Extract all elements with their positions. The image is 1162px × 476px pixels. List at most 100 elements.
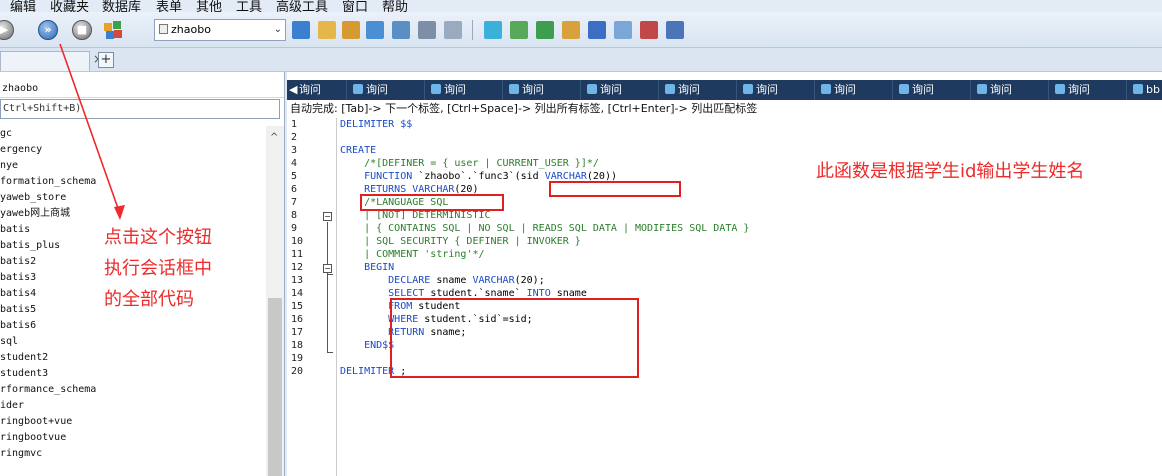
database-item[interactable]: rformance_schema [0,382,96,398]
code-line: | { CONTAINS SQL | NO SQL | READS SQL DA… [340,222,749,235]
code-token: sid [520,171,545,182]
database-item[interactable]: batis4 [0,286,36,302]
database-item[interactable]: batis2 [0,254,36,270]
query-icon [665,84,675,94]
annotation-left-line2: 执行会话框中 [104,258,212,279]
table-data-icon[interactable] [392,21,410,39]
query-tab[interactable]: 询问 [427,80,503,100]
query-tab[interactable]: 询问 [739,80,815,100]
query-tab[interactable]: 询问 [817,80,893,100]
toolbar-separator [472,20,473,40]
window-icon[interactable] [444,21,462,39]
connection-tab[interactable] [0,51,90,71]
menu-tools[interactable]: 工具 [236,0,262,12]
query-tab-label: 询问 [912,83,934,96]
database-item[interactable]: batis_plus [0,238,60,254]
query-tab[interactable]: 询问 [973,80,1049,100]
database-item[interactable]: ringmvc [0,446,42,462]
query-tab[interactable]: 询问 [1051,80,1127,100]
query-tab-label: 询问 [756,83,778,96]
code-line: BEGIN [340,261,394,274]
database-item[interactable]: ringbootvue [0,430,66,446]
refresh-icon[interactable] [366,21,384,39]
menu-database[interactable]: 数据库 [102,0,141,12]
sync-icon[interactable] [536,21,554,39]
database-select[interactable]: zhaobo ⌄ [154,19,286,41]
sidebar-scrollbar[interactable]: ^ [266,126,284,476]
query-icon [1055,84,1065,94]
database-item[interactable]: ider [0,398,24,414]
database-item[interactable]: sql [0,334,18,350]
chevron-down-icon: ⌄ [273,24,282,35]
sqlyog-window: 编辑 收藏夹 数据库 表单 其他 工具 高级工具 窗口 帮助 ▶ » ■ zha… [0,0,1162,476]
database-item[interactable]: student2 [0,350,48,366]
database-item[interactable]: ringboot+vue [0,414,72,430]
query-tab[interactable]: 询问 [895,80,971,100]
export-icon[interactable] [614,21,632,39]
execute-all-button[interactable]: » [38,20,58,40]
menu-advanced-tools[interactable]: 高级工具 [276,0,328,12]
query-tab[interactable]: bb [1129,80,1162,100]
query-tab[interactable]: 询问 [349,80,425,100]
query-tab-label: 询问 [444,83,466,96]
connection-root[interactable]: zhaobo [0,80,284,98]
execute-query-button[interactable]: ▶ [0,20,14,40]
stop-button[interactable]: ■ [72,20,92,40]
database-item[interactable]: yaweb网上商城 [0,206,70,222]
menu-table[interactable]: 表单 [156,0,182,12]
query-tab[interactable]: 询问 [299,80,347,100]
open-file-icon[interactable] [342,21,360,39]
database-item[interactable]: batis3 [0,270,36,286]
chevron-up-icon[interactable]: ^ [270,132,278,143]
grid-icon[interactable] [418,21,436,39]
fold-toggle-icon[interactable]: − [323,264,332,273]
line-number: 2 [291,132,298,143]
annotation-left-line3: 的全部代码 [104,289,194,310]
menu-favorites[interactable]: 收藏夹 [50,0,89,12]
code-token: | COMMENT 'string'*/ [340,249,485,260]
tab-scroll-left-icon[interactable]: ◀ [289,80,297,100]
database-item[interactable]: nye [0,158,18,174]
menu-window[interactable]: 窗口 [342,0,368,12]
designer-icon[interactable] [666,21,684,39]
code-token: CREATE [340,145,377,156]
database-item[interactable]: student3 [0,366,48,382]
database-item[interactable]: yaweb_store [0,190,66,206]
line-number: 11 [291,249,304,260]
menu-help[interactable]: 帮助 [382,0,408,12]
highlight-returns [360,194,504,211]
database-item[interactable]: batis6 [0,318,36,334]
fold-toggle-icon[interactable]: − [323,212,332,221]
scroll-thumb[interactable] [268,298,282,476]
new-query-icon[interactable] [292,21,310,39]
menu-other[interactable]: 其他 [196,0,222,12]
query-tab[interactable]: 询问 [583,80,659,100]
line-number: 14 [291,288,304,299]
report-icon[interactable] [640,21,658,39]
new-table-icon[interactable] [318,21,336,39]
database-item[interactable]: gc [0,126,12,142]
line-number-gutter: − − 1 2 3 4 5 6 7 8 9 10 11 12 13 14 15 16 17 18 19 20 [287,118,337,476]
query-tab[interactable]: 询问 [661,80,737,100]
code-token: DELIMITER $$ [340,119,413,130]
new-tab-button[interactable]: + [98,52,114,68]
line-number: 9 [291,223,298,234]
schema-icon[interactable] [484,21,502,39]
query-tab[interactable]: 询问 [505,80,581,100]
menu-edit[interactable]: 编辑 [10,0,36,12]
connection-tab-row: × + [0,48,1162,72]
line-number: 10 [291,236,304,247]
connection-icon[interactable] [102,19,124,41]
fold-end [327,352,333,353]
database-item[interactable]: ergency [0,142,42,158]
query-editor-pane: ◀ 询问 询问 询问 询问 询问 询问 询问 询问 询问 询问 询问 bb 自动… [287,72,1162,476]
database-select-value: zhaobo [171,23,211,36]
import-icon[interactable] [588,21,606,39]
backup-icon[interactable] [562,21,580,39]
user-icon[interactable] [510,21,528,39]
database-item[interactable]: formation_schema [0,174,96,190]
database-item[interactable]: batis5 [0,302,36,318]
database-item[interactable]: batis [0,222,30,238]
annotation-right: 此函数是根据学生id输出学生姓名 [816,161,1085,182]
filter-input[interactable]: Ctrl+Shift+B) [0,99,280,119]
